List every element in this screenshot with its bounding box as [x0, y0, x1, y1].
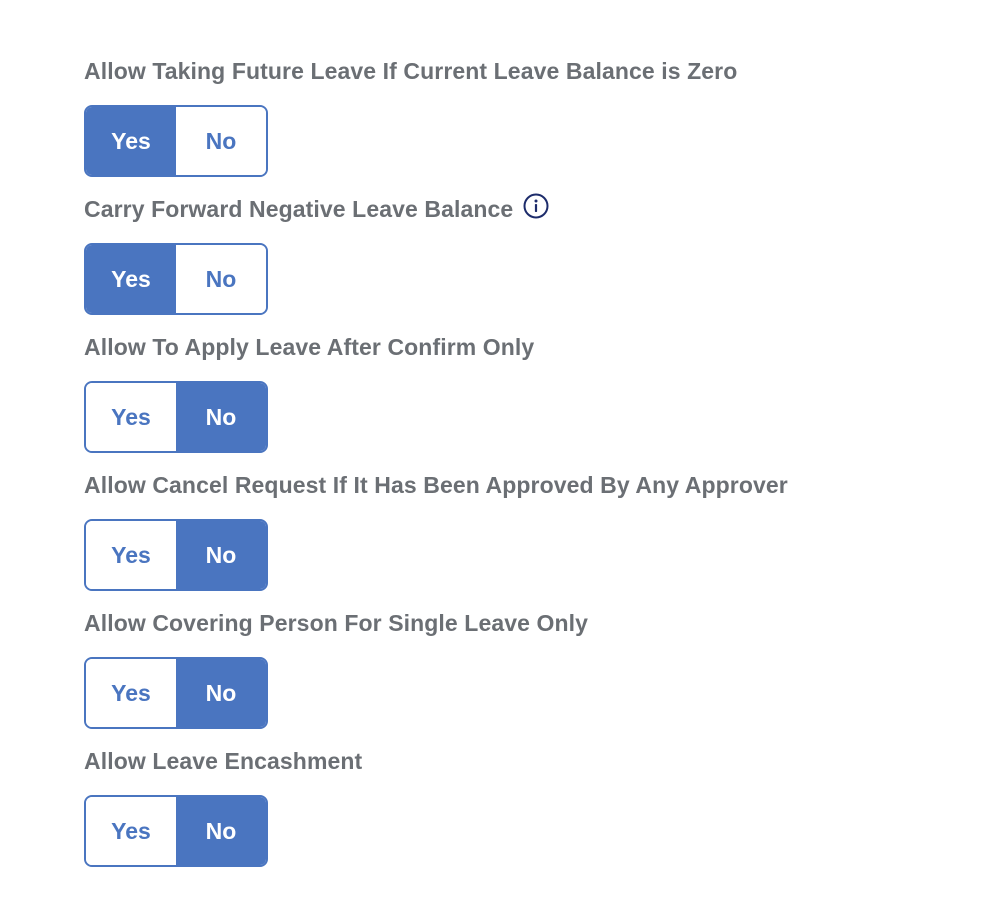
- setting-future-leave-zero-balance: Allow Taking Future Leave If Current Lea…: [84, 56, 737, 177]
- yes-no-toggle: Yes No: [84, 657, 268, 729]
- toggle-yes-option[interactable]: Yes: [86, 107, 176, 175]
- setting-label: Allow Covering Person For Single Leave O…: [84, 609, 589, 636]
- toggle-yes-option[interactable]: Yes: [86, 659, 176, 727]
- yes-no-toggle: Yes No: [84, 105, 268, 177]
- toggle-no-option[interactable]: No: [176, 659, 266, 727]
- toggle-no-option[interactable]: No: [176, 797, 266, 865]
- info-icon[interactable]: [523, 193, 549, 219]
- setting-apply-after-confirm: Allow To Apply Leave After Confirm Only …: [84, 332, 534, 453]
- toggle-no-option[interactable]: No: [176, 245, 266, 313]
- toggle-no-option[interactable]: No: [176, 383, 266, 451]
- toggle-yes-option[interactable]: Yes: [86, 797, 176, 865]
- yes-no-toggle: Yes No: [84, 381, 268, 453]
- setting-label: Carry Forward Negative Leave Balance: [84, 193, 549, 224]
- yes-no-toggle: Yes No: [84, 243, 268, 315]
- toggle-no-option[interactable]: No: [176, 107, 266, 175]
- setting-cancel-approved-request: Allow Cancel Request If It Has Been Appr…: [84, 470, 788, 591]
- setting-label: Allow Taking Future Leave If Current Lea…: [84, 57, 738, 84]
- yes-no-toggle: Yes No: [84, 795, 268, 867]
- setting-label: Allow Leave Encashment: [84, 747, 363, 774]
- yes-no-toggle: Yes No: [84, 519, 268, 591]
- setting-label: Allow Cancel Request If It Has Been Appr…: [84, 471, 788, 498]
- toggle-yes-option[interactable]: Yes: [86, 383, 176, 451]
- setting-covering-person-single-leave: Allow Covering Person For Single Leave O…: [84, 608, 588, 729]
- setting-carry-forward-negative: Carry Forward Negative Leave Balance Yes…: [84, 193, 549, 315]
- toggle-no-option[interactable]: No: [176, 521, 266, 589]
- toggle-yes-option[interactable]: Yes: [86, 521, 176, 589]
- setting-leave-encashment: Allow Leave Encashment Yes No: [84, 746, 362, 867]
- setting-label-text: Carry Forward Negative Leave Balance: [84, 195, 514, 222]
- toggle-yes-option[interactable]: Yes: [86, 245, 176, 313]
- setting-label: Allow To Apply Leave After Confirm Only: [84, 333, 535, 360]
